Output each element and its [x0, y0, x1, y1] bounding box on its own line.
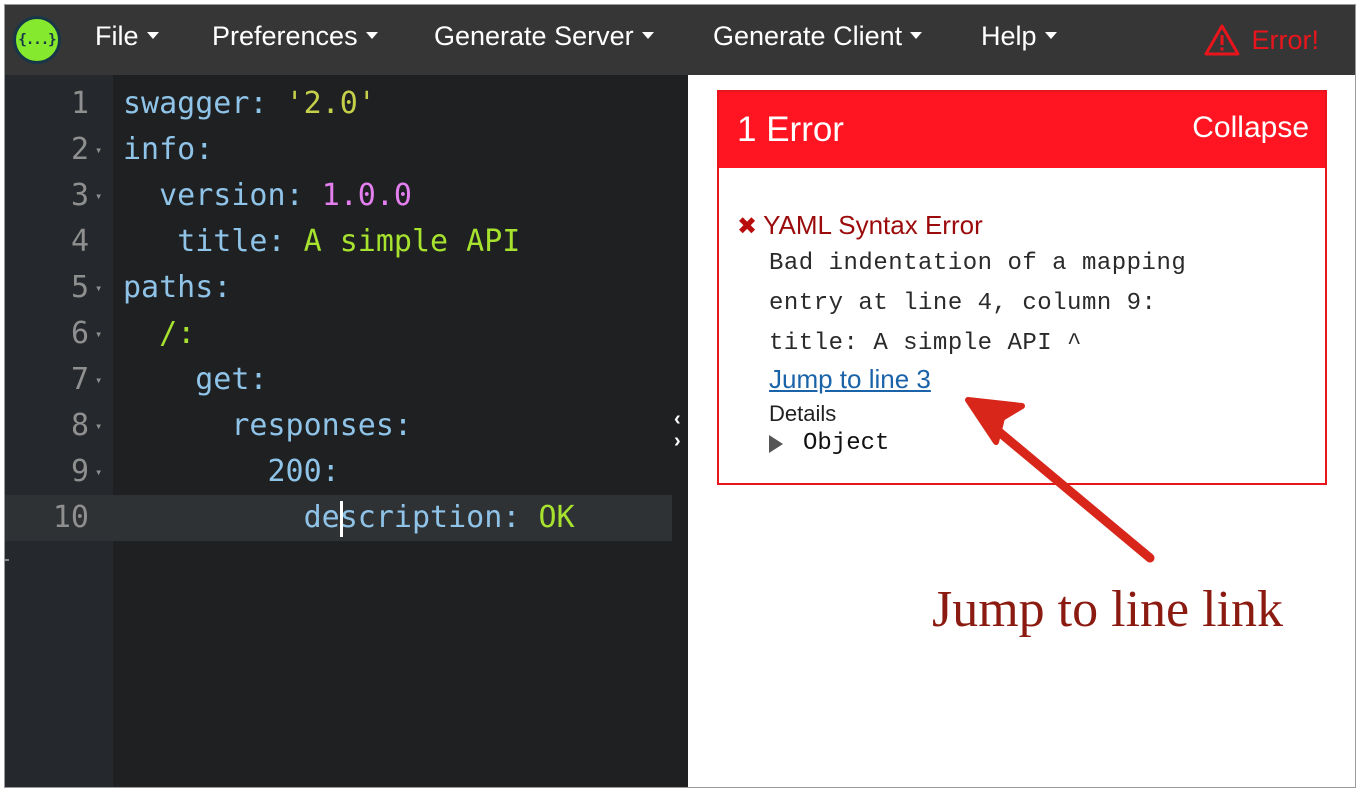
error-status-label: Error! — [1251, 25, 1320, 55]
fold-arrow-icon[interactable]: ▾ — [95, 127, 102, 173]
error-title-label: YAML Syntax Error — [763, 210, 983, 240]
code-line[interactable]: 9 ▾ 200: — [5, 449, 672, 495]
fold-arrow-icon[interactable]: ▾ — [95, 449, 102, 495]
code-line[interactable]: 7 ▾ get: — [5, 357, 672, 403]
yaml-key: version — [159, 178, 286, 213]
error-status-indicator[interactable]: Error! — [1204, 5, 1320, 75]
yaml-key: / — [159, 316, 178, 351]
code-line[interactable]: 2 ▾ info: — [5, 127, 672, 173]
line-number: 8 — [70, 408, 89, 443]
error-message-line: entry at line 4, column 9: — [769, 290, 1157, 317]
object-label: Object — [803, 430, 890, 457]
annotation-label: Jump to line link — [932, 581, 1283, 638]
code-editor[interactable]: 1 swagger: '2.0' 2 ▾ info: 3 ▾ version: … — [5, 75, 672, 787]
yaml-key: info — [123, 132, 196, 167]
yaml-key: get — [195, 362, 250, 397]
menu-generate-server-label: Generate Server — [434, 21, 634, 51]
error-title: ✖ YAML Syntax Error — [737, 210, 983, 242]
fold-arrow-icon[interactable]: ▾ — [95, 403, 102, 449]
code-line[interactable]: 8 ▾ responses: — [5, 403, 672, 449]
code-line[interactable]: 1 swagger: '2.0' — [5, 81, 672, 127]
menu-generate-server[interactable]: Generate Server — [434, 5, 654, 75]
line-number: 2 — [70, 132, 89, 167]
menu-generate-client[interactable]: Generate Client — [713, 5, 923, 75]
fold-arrow-icon[interactable]: ▾ — [95, 265, 102, 311]
expand-right-icon[interactable]: › — [674, 431, 681, 451]
menu-preferences-label: Preferences — [212, 21, 358, 51]
expand-triangle-icon[interactable] — [769, 434, 783, 453]
swagger-logo-icon[interactable]: {...} — [13, 16, 61, 64]
text-cursor — [340, 501, 343, 537]
line-number: 6 — [70, 316, 89, 351]
yaml-value: '2.0' — [285, 86, 376, 121]
menu-help[interactable]: Help — [981, 5, 1057, 75]
fold-arrow-icon[interactable]: ▾ — [95, 357, 102, 403]
line-number: 3 — [70, 178, 89, 213]
line-number: 9 — [70, 454, 89, 489]
details-label: Details — [769, 401, 837, 426]
code-line[interactable]: 6 ▾ /: — [5, 311, 672, 357]
chevron-down-icon — [1044, 32, 1057, 40]
pane-splitter[interactable]: ‹ › — [672, 75, 688, 787]
logo-text: {...} — [18, 32, 56, 48]
fold-arrow-icon[interactable]: ▾ — [95, 311, 102, 357]
chevron-down-icon — [146, 32, 159, 40]
error-count: 1 Error — [737, 110, 844, 149]
menu-preferences[interactable]: Preferences — [212, 5, 378, 75]
line-number: 10 — [52, 500, 89, 535]
chevron-down-icon — [910, 32, 923, 40]
chevron-down-icon — [641, 32, 654, 40]
yaml-key: responses — [231, 408, 394, 443]
top-menu-bar: {...} File Preferences Generate Server G… — [5, 5, 1355, 75]
code-line[interactable]: 5 ▾ paths: — [5, 265, 672, 311]
line-number: 5 — [70, 270, 89, 305]
collapse-left-icon[interactable]: ‹ — [674, 409, 681, 429]
edge-mark — [5, 559, 9, 561]
chevron-down-icon — [365, 32, 378, 40]
fold-arrow-icon[interactable]: ▾ — [95, 173, 102, 219]
menu-file-label: File — [95, 21, 139, 51]
annotation-arrow-icon — [965, 397, 1155, 563]
code-line-active[interactable]: 10 description: OK — [5, 495, 672, 541]
yaml-value: 1.0.0 — [321, 178, 412, 213]
jump-to-line-link[interactable]: Jump to line 3 — [769, 364, 931, 394]
error-message: Bad indentation of a mapping entry at li… — [769, 244, 1289, 364]
yaml-key: swagger — [123, 86, 250, 121]
line-number: 4 — [70, 224, 89, 259]
yaml-key: paths — [123, 270, 214, 305]
yaml-value: A simple API — [303, 224, 521, 259]
code-line[interactable]: 3 ▾ version: 1.0.0 — [5, 173, 672, 219]
line-number: 7 — [70, 362, 89, 397]
menu-generate-client-label: Generate Client — [713, 21, 903, 51]
error-message-line: title: A simple API ^ — [769, 330, 1082, 357]
yaml-key: description — [303, 500, 503, 535]
yaml-key: title — [177, 224, 268, 259]
code-line[interactable]: 4 title: A simple API — [5, 219, 672, 265]
menu-help-label: Help — [981, 21, 1037, 51]
object-toggle[interactable]: Object — [769, 430, 889, 457]
collapse-button[interactable]: Collapse — [1192, 110, 1309, 146]
yaml-key: 200 — [267, 454, 322, 489]
yaml-value: OK — [538, 500, 575, 535]
error-message-line: Bad indentation of a mapping — [769, 250, 1187, 277]
error-header: 1 Error Collapse — [719, 92, 1325, 168]
line-number: 1 — [70, 86, 89, 121]
error-x-icon: ✖ — [737, 213, 758, 240]
menu-file[interactable]: File — [95, 5, 159, 75]
warning-icon — [1204, 24, 1239, 56]
